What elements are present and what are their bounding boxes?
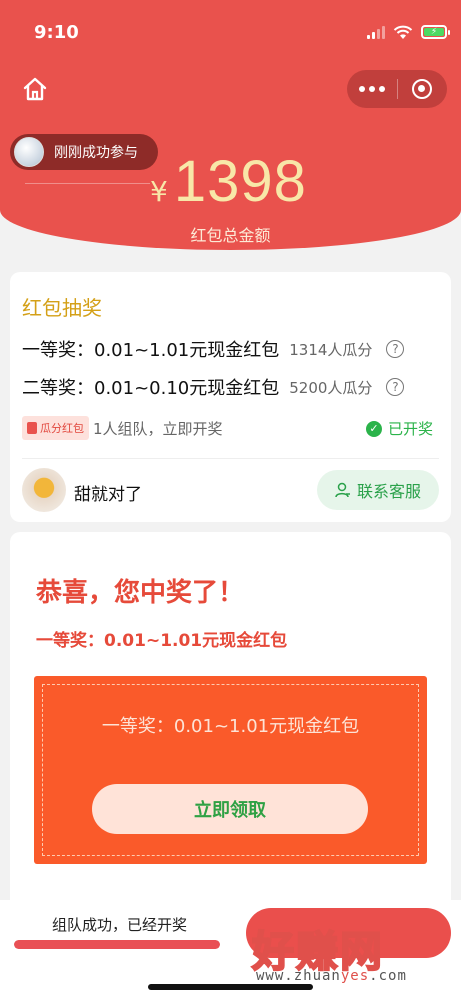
miniprogram-capsule	[347, 70, 447, 108]
opened-status: ✓ 已开奖	[365, 418, 433, 439]
team-progress-bar	[14, 940, 220, 949]
url-suffix: .com	[369, 968, 407, 984]
progress-fill	[14, 940, 220, 949]
congrats-title: 恭喜，您中奖了！	[36, 578, 245, 608]
prize-row-first: 一等奖：0.01~1.01元现金红包 1314人瓜分 ?	[22, 336, 405, 362]
split-packet-tag: 瓜分红包	[22, 416, 89, 440]
currency-symbol: ¥	[150, 175, 168, 208]
watermark: 好赚网 www.zhuanyes.com	[251, 918, 452, 988]
claim-button[interactable]: 立即领取	[92, 784, 368, 834]
lottery-title: 红包抽奖	[22, 296, 102, 320]
team-desc: 1人组队，立即开奖	[93, 419, 223, 438]
cellular-signal-icon	[367, 25, 385, 39]
prize-label: 二等奖：0.01~0.10元现金红包	[22, 378, 280, 399]
more-menu-button[interactable]	[347, 70, 397, 108]
ticker-avatar	[14, 137, 44, 167]
won-prize: 一等奖：0.01~1.01元现金红包	[36, 631, 288, 651]
lottery-card: 红包抽奖 一等奖：0.01~1.01元现金红包 1314人瓜分 ? 二等奖：0.…	[10, 272, 451, 522]
status-bar: 9:10 ⚡	[0, 0, 461, 60]
user-name: 甜就对了	[74, 485, 142, 505]
service-label: 联系客服	[356, 482, 421, 501]
status-time: 9:10	[34, 22, 79, 43]
tag-label: 瓜分红包	[40, 422, 84, 435]
total-amount: ¥ 1398	[150, 148, 307, 215]
home-icon	[23, 77, 47, 101]
amount-label-text: 红包总金额	[190, 226, 271, 245]
home-button[interactable]	[16, 70, 54, 108]
help-icon[interactable]: ?	[386, 378, 405, 396]
check-circle-icon: ✓	[365, 420, 382, 437]
close-miniprogram-button[interactable]	[398, 70, 448, 108]
participation-ticker: 刚刚成功参与	[10, 134, 158, 170]
prize-label: 一等奖：0.01~1.01元现金红包	[22, 340, 280, 361]
ticker-text: 刚刚成功参与	[54, 145, 138, 161]
watermark-url: www.zhuanyes.com	[256, 968, 407, 984]
target-icon	[412, 79, 433, 99]
avatar	[22, 468, 66, 512]
prize-count: 5200人瓜分	[289, 378, 373, 397]
team-info: 瓜分红包 1人组队，立即开奖	[22, 416, 223, 440]
wifi-icon	[393, 25, 413, 39]
prize-box: 一等奖：0.01~1.01元现金红包 立即领取	[34, 676, 427, 864]
ticker-divider	[25, 183, 150, 184]
home-indicator	[148, 984, 313, 990]
card-divider	[22, 458, 439, 459]
prize-count: 1314人瓜分	[289, 340, 373, 359]
url-highlight: yes	[340, 968, 370, 984]
result-card: 恭喜，您中奖了！ 一等奖：0.01~1.01元现金红包 一等奖：0.01~1.0…	[10, 532, 451, 912]
amount-label: 红包总金额	[0, 222, 461, 246]
status-icons: ⚡	[367, 22, 450, 42]
battery-icon: ⚡	[421, 25, 450, 39]
help-icon[interactable]: ?	[386, 340, 405, 358]
red-packet-icon	[27, 422, 37, 434]
amount-value: 1398	[173, 149, 307, 214]
opened-label: 已开奖	[387, 420, 433, 438]
team-status-text: 组队成功，已经开奖	[52, 916, 188, 934]
prize-box-text: 一等奖：0.01~1.01元现金红包	[101, 716, 360, 737]
more-dots-icon	[358, 86, 385, 92]
prize-row-second: 二等奖：0.01~0.10元现金红包 5200人瓜分 ?	[22, 374, 405, 400]
url-prefix: www.zhuan	[256, 968, 341, 984]
person-icon	[335, 482, 350, 498]
contact-service-button[interactable]: 联系客服	[317, 470, 439, 510]
